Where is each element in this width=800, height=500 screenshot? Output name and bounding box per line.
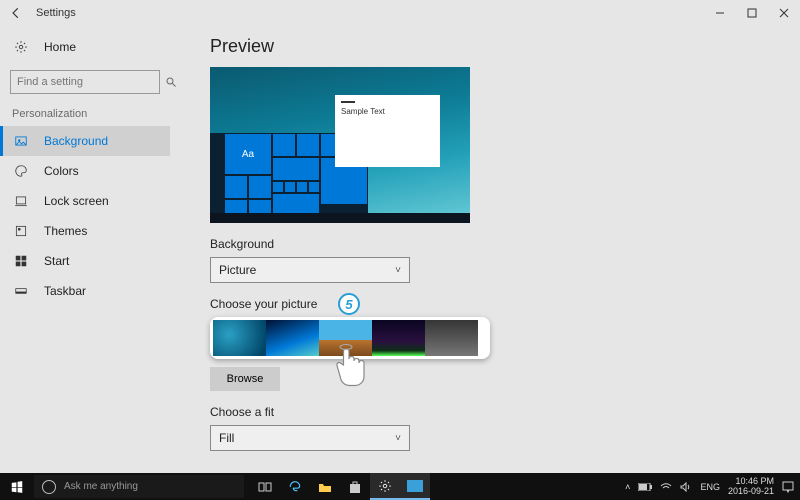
tray-chevron-up-icon[interactable]: ˄ [625, 482, 630, 492]
picture-thumb-4[interactable] [372, 320, 425, 356]
background-dropdown-value: Picture [219, 263, 256, 277]
taskbar-icon [14, 284, 30, 298]
sidebar-item-start[interactable]: Start [0, 246, 170, 276]
back-button[interactable] [0, 0, 32, 26]
choose-fit-label: Choose a fit [210, 405, 770, 419]
sidebar-item-taskbar[interactable]: Taskbar [0, 276, 170, 306]
search-box[interactable] [10, 70, 160, 94]
gear-icon [14, 40, 30, 54]
notification-icon [782, 481, 794, 493]
explorer-button[interactable] [310, 473, 340, 500]
app-icon [407, 480, 423, 492]
picture-icon [14, 134, 30, 148]
sidebar-item-label: Lock screen [44, 194, 109, 208]
tray-volume-icon[interactable] [680, 482, 692, 492]
palette-icon [14, 164, 30, 178]
start-icon [14, 254, 30, 268]
background-label: Background [210, 237, 770, 251]
sidebar-item-label: Taskbar [44, 284, 86, 298]
choose-picture-label: Choose your picture [210, 297, 770, 311]
system-taskbar: Ask me anything ˄ ENG 10:46 PM 2016-09-2… [0, 473, 800, 500]
sidebar-item-background[interactable]: Background [0, 126, 170, 156]
tray-date: 2016-09-21 [728, 487, 774, 497]
fit-dropdown-value: Fill [219, 431, 234, 445]
preview-taskbar [210, 213, 470, 223]
preview-sample-window: Sample Text [335, 95, 440, 167]
settings-taskbar-button[interactable] [370, 473, 400, 500]
chevron-down-icon: ˅ [395, 265, 401, 276]
hand-pointer-icon [328, 343, 370, 395]
tray-wifi-icon[interactable] [660, 482, 672, 492]
cortana-search[interactable]: Ask me anything [34, 475, 244, 498]
sidebar-item-label: Themes [44, 224, 87, 238]
picture-thumb-2[interactable] [266, 320, 319, 356]
minimize-icon [715, 8, 725, 18]
themes-icon [14, 224, 30, 238]
sidebar-home[interactable]: Home [0, 32, 170, 62]
sidebar-item-themes[interactable]: Themes [0, 216, 170, 246]
picture-thumb-1[interactable] [213, 320, 266, 356]
lockscreen-icon [14, 194, 30, 208]
tray-clock[interactable]: 10:46 PM 2016-09-21 [728, 477, 774, 497]
sidebar-item-label: Colors [44, 164, 79, 178]
windows-logo-icon [10, 480, 24, 494]
sidebar-item-label: Background [44, 134, 108, 148]
sidebar-item-label: Start [44, 254, 69, 268]
task-view-button[interactable] [250, 473, 280, 500]
picture-thumb-5[interactable] [425, 320, 478, 356]
arrow-left-icon [9, 6, 23, 20]
browse-button-label: Browse [227, 373, 264, 385]
minimize-button[interactable] [704, 0, 736, 26]
task-view-icon [258, 481, 272, 493]
edge-icon [288, 480, 302, 494]
store-button[interactable] [340, 473, 370, 500]
store-icon [348, 480, 362, 494]
search-input[interactable] [11, 76, 165, 88]
cortana-icon [42, 480, 56, 494]
tray-language[interactable]: ENG [700, 482, 720, 492]
sidebar-section-label: Personalization [0, 104, 170, 126]
background-dropdown[interactable]: Picture ˅ [210, 257, 410, 283]
step-badge: 5 [338, 293, 360, 315]
folder-icon [318, 481, 332, 493]
close-button[interactable] [768, 0, 800, 26]
close-icon [779, 8, 789, 18]
fit-dropdown[interactable]: Fill ˅ [210, 425, 410, 451]
tray-battery-icon[interactable] [638, 483, 652, 491]
edge-button[interactable] [280, 473, 310, 500]
sidebar: Home Personalization Background Colors L… [0, 26, 170, 473]
preview-heading: Preview [210, 36, 770, 57]
action-center-button[interactable] [782, 481, 794, 493]
content-area: Preview Aa [170, 26, 800, 473]
preview-tile-aa: Aa [225, 134, 271, 174]
maximize-icon [747, 8, 757, 18]
desktop-preview: Aa Sample Text [210, 67, 470, 223]
cortana-placeholder: Ask me anything [64, 481, 138, 492]
sidebar-item-colors[interactable]: Colors [0, 156, 170, 186]
gear-icon [378, 479, 392, 493]
window-title: Settings [36, 7, 76, 19]
maximize-button[interactable] [736, 0, 768, 26]
titlebar: Settings [0, 0, 800, 26]
app-taskbar-button[interactable] [400, 473, 430, 500]
start-button[interactable] [0, 480, 34, 494]
chevron-down-icon: ˅ [395, 433, 401, 444]
browse-button[interactable]: Browse [210, 367, 280, 391]
sidebar-item-lockscreen[interactable]: Lock screen [0, 186, 170, 216]
sidebar-home-label: Home [44, 40, 76, 54]
sample-text-label: Sample Text [341, 107, 385, 116]
system-tray: ˄ ENG 10:46 PM 2016-09-21 [625, 477, 800, 497]
